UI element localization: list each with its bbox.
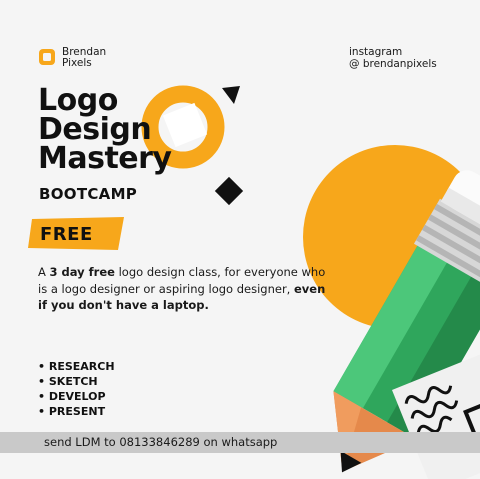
step-present: PRESENT (38, 404, 115, 419)
poster: Brendan Pixels instagram @ brendanpixels… (0, 0, 480, 479)
black-diamond (214, 176, 244, 206)
step-sketch: SKETCH (38, 374, 115, 389)
steps-list: RESEARCH SKETCH DEVELOP PRESENT (38, 359, 115, 419)
step-research: RESEARCH (38, 359, 115, 374)
headline-line1: Logo (38, 83, 118, 118)
headline-line3: Mastery (38, 141, 172, 176)
headline-line2: Design (38, 112, 152, 147)
free-badge: FREE (40, 224, 93, 245)
step-develop: DEVELOP (38, 389, 115, 404)
footer-contact: send LDM to 08133846289 on whatsapp (44, 435, 278, 449)
subtitle: BOOTCAMP (39, 185, 138, 203)
headline: Logo Design Mastery (38, 83, 172, 176)
description-highlight-1: 3 day free (49, 265, 115, 279)
black-triangle (222, 86, 240, 104)
description: A 3 day free logo design class, for ever… (38, 264, 328, 314)
description-text-1: A (38, 265, 50, 279)
